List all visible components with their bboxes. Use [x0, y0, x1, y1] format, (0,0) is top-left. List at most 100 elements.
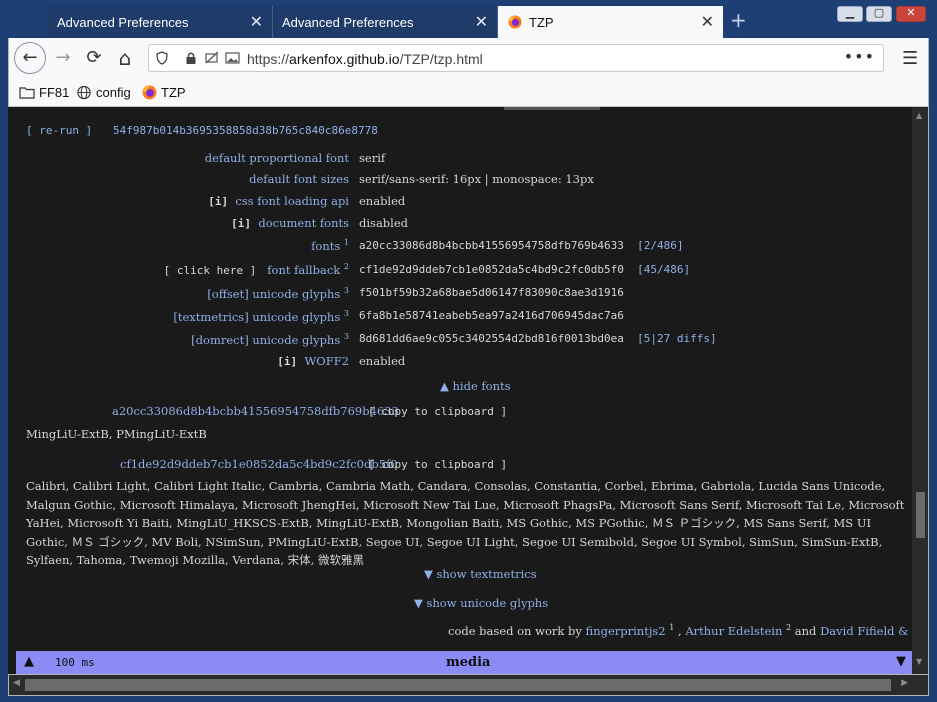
arthur-edelstein-link[interactable]: Arthur Edelstein	[685, 624, 782, 638]
label-woff2: [i] WOFF2	[277, 354, 349, 368]
bookmarks-toolbar: FF81 config TZP	[8, 78, 929, 107]
close-window-button[interactable]: ✕	[896, 6, 926, 22]
fifield-egelman-link[interactable]: David Fifield & Serge Egelman	[820, 624, 912, 638]
value-woff2: enabled	[359, 354, 406, 368]
info-button[interactable]: [i]	[277, 355, 297, 368]
bookmark-tzp[interactable]: TZP	[142, 85, 186, 100]
rerun-button[interactable]: [ re-run ]	[26, 124, 92, 137]
tab-label: Advanced Preferences	[57, 15, 189, 30]
lock-icon[interactable]	[185, 51, 197, 65]
permissions-icon[interactable]	[205, 51, 219, 65]
url-text[interactable]: https://arkenfox.github.io/TZP/tzp.html	[247, 51, 483, 67]
info-button[interactable]: [i]	[231, 217, 251, 230]
fonts-list: MingLiU-ExtB, PMingLiU-ExtB	[26, 427, 207, 441]
fonts-section-hash: 54f987b014b3695358858d38b765c840c86e8778	[113, 124, 378, 137]
minimize-icon: ▁	[845, 6, 855, 19]
section-divider	[504, 107, 600, 110]
value-font-fallback: cf1de92d9ddeb7cb1e0852da5c4bd9c2fc0db5f0…	[359, 263, 691, 276]
fallback-fonts-list: Calibri, Calibri Light, Calibri Light It…	[26, 479, 905, 567]
url-host: arkenfox.github.io	[289, 51, 400, 67]
value-domrect-unicode-glyphs: 8d681dd6ae9c055c3402554d2bd816f0013bd0ea…	[359, 332, 717, 345]
label-offset-unicode-glyphs: [offset] unicode glyphs 3	[207, 286, 349, 301]
scroll-left-arrow-icon[interactable]: ◀	[13, 678, 20, 688]
tab-label: Advanced Preferences	[282, 15, 414, 30]
home-button[interactable]: ⌂	[111, 44, 139, 72]
horizontal-scrollbar[interactable]: ◀ ▶	[8, 674, 929, 696]
firefox-icon	[142, 85, 157, 100]
value-textmetrics-unicode-glyphs: 6fa8b1e58741eabeb5ea97a2416d706945dac7a6	[359, 309, 624, 322]
minimize-button[interactable]: ▁	[837, 6, 863, 22]
bookmark-label: FF81	[39, 85, 70, 100]
bookmark-label: TZP	[161, 85, 186, 100]
tab-advanced-preferences-1[interactable]: Advanced Preferences ✕	[48, 6, 273, 38]
bookmark-config[interactable]: config	[76, 85, 131, 100]
value-css-font-loading-api: enabled	[359, 194, 406, 208]
value-default-proportional-font: serif	[359, 151, 386, 165]
label-default-font-sizes: default font sizes	[249, 172, 349, 186]
folder-icon	[19, 87, 35, 99]
hamburger-menu-icon[interactable]: ☰	[902, 48, 918, 69]
scroll-up-arrow-icon[interactable]: ▲	[916, 111, 922, 120]
domrect-diffs: [5|27 diffs]	[637, 332, 717, 345]
scroll-up-icon[interactable]: ▲	[24, 654, 34, 669]
tab-strip: Advanced Preferences ✕ Advanced Preferen…	[48, 6, 888, 38]
fonts-list-hash: a20cc33086d8b4bcbb41556954758dfb769b4633	[112, 404, 399, 418]
label-document-fonts: [i] document fonts	[231, 216, 349, 230]
section-title: media	[446, 655, 491, 670]
url-prefix: https://	[247, 51, 290, 67]
scroll-down-icon[interactable]: ▼	[896, 654, 906, 669]
credits-line: code based on work by fingerprintjs2 1 ,…	[448, 623, 912, 638]
vertical-scrollbar[interactable]: ▲ ▼	[912, 107, 929, 674]
show-unicode-glyphs-toggle[interactable]: ▼ show unicode glyphs	[414, 596, 548, 610]
maximize-icon: ▢	[873, 6, 885, 19]
shield-icon[interactable]	[156, 51, 168, 65]
new-tab-button[interactable]: +	[730, 8, 747, 32]
tab-advanced-preferences-2[interactable]: Advanced Preferences ✕	[273, 6, 498, 38]
tab-close-icon[interactable]: ✕	[701, 12, 714, 32]
globe-icon	[77, 85, 91, 100]
scroll-right-arrow-icon[interactable]: ▶	[901, 678, 908, 688]
address-bar[interactable]: https://arkenfox.github.io/TZP/tzp.html …	[148, 44, 884, 72]
scrollbar-thumb[interactable]	[916, 492, 925, 538]
show-textmetrics-toggle[interactable]: ▼ show textmetrics	[424, 567, 537, 581]
label-css-font-loading-api: [i] css font loading api	[208, 194, 349, 208]
label-textmetrics-unicode-glyphs: [textmetrics] unicode glyphs 3	[173, 309, 349, 324]
label-domrect-unicode-glyphs: [domrect] unicode glyphs 3	[191, 332, 349, 347]
page-actions-icon[interactable]: •••	[844, 47, 875, 66]
scroll-down-arrow-icon[interactable]: ▼	[916, 657, 922, 666]
url-path: /TZP/tzp.html	[399, 51, 483, 67]
section-timing: 100 ms	[55, 656, 95, 669]
info-button[interactable]: [i]	[208, 195, 228, 208]
navigation-toolbar: ← → ⟳ ⌂ https://arkenfox.github.io/TZP/t…	[8, 38, 929, 78]
scrollbar-thumb[interactable]	[25, 679, 891, 691]
fallback-list-hash: cf1de92d9ddeb7cb1e0852da5c4bd9c2fc0db5f0	[120, 457, 398, 471]
hide-fonts-toggle[interactable]: ▲ hide fonts	[440, 379, 511, 393]
page-content: [ re-run ] 54f987b014b3695358858d38b765c…	[8, 107, 912, 674]
media-section-header[interactable]: ▲ 100 ms media ▼	[16, 651, 912, 674]
copy-to-clipboard-button[interactable]: [ copy to clipboard ]	[368, 405, 507, 418]
value-document-fonts: disabled	[359, 216, 409, 230]
click-here-button[interactable]: [ click here ]	[164, 264, 257, 277]
forward-button[interactable]: →	[49, 44, 77, 72]
back-button[interactable]: ←	[14, 42, 46, 74]
value-default-font-sizes: serif/sans-serif: 16px | monospace: 13px	[359, 172, 594, 186]
image-icon[interactable]	[225, 51, 240, 65]
tab-label: TZP	[529, 15, 554, 30]
fingerprintjs2-link[interactable]: fingerprintjs2	[586, 624, 666, 638]
value-fonts: a20cc33086d8b4bcbb41556954758dfb769b4633…	[359, 239, 684, 252]
label-fonts: fonts 1	[311, 238, 349, 253]
close-icon: ✕	[906, 6, 916, 19]
tab-close-icon[interactable]: ✕	[475, 12, 488, 32]
value-offset-unicode-glyphs: f501bf59b32a68bae5d06147f83090c8ae3d1916	[359, 286, 624, 299]
tab-close-icon[interactable]: ✕	[250, 12, 263, 32]
firefox-icon	[508, 15, 522, 29]
label-default-proportional-font: default proportional font	[204, 151, 349, 165]
reload-button[interactable]: ⟳	[80, 44, 108, 72]
browser-window: Advanced Preferences ✕ Advanced Preferen…	[0, 0, 937, 702]
fallback-count: [45/486]	[637, 263, 691, 276]
copy-to-clipboard-button[interactable]: [ copy to clipboard ]	[368, 458, 507, 471]
maximize-button[interactable]: ▢	[866, 6, 892, 22]
bookmark-label: config	[96, 85, 131, 100]
bookmark-ff81[interactable]: FF81	[19, 85, 69, 100]
tab-tzp[interactable]: TZP ✕	[498, 6, 723, 38]
